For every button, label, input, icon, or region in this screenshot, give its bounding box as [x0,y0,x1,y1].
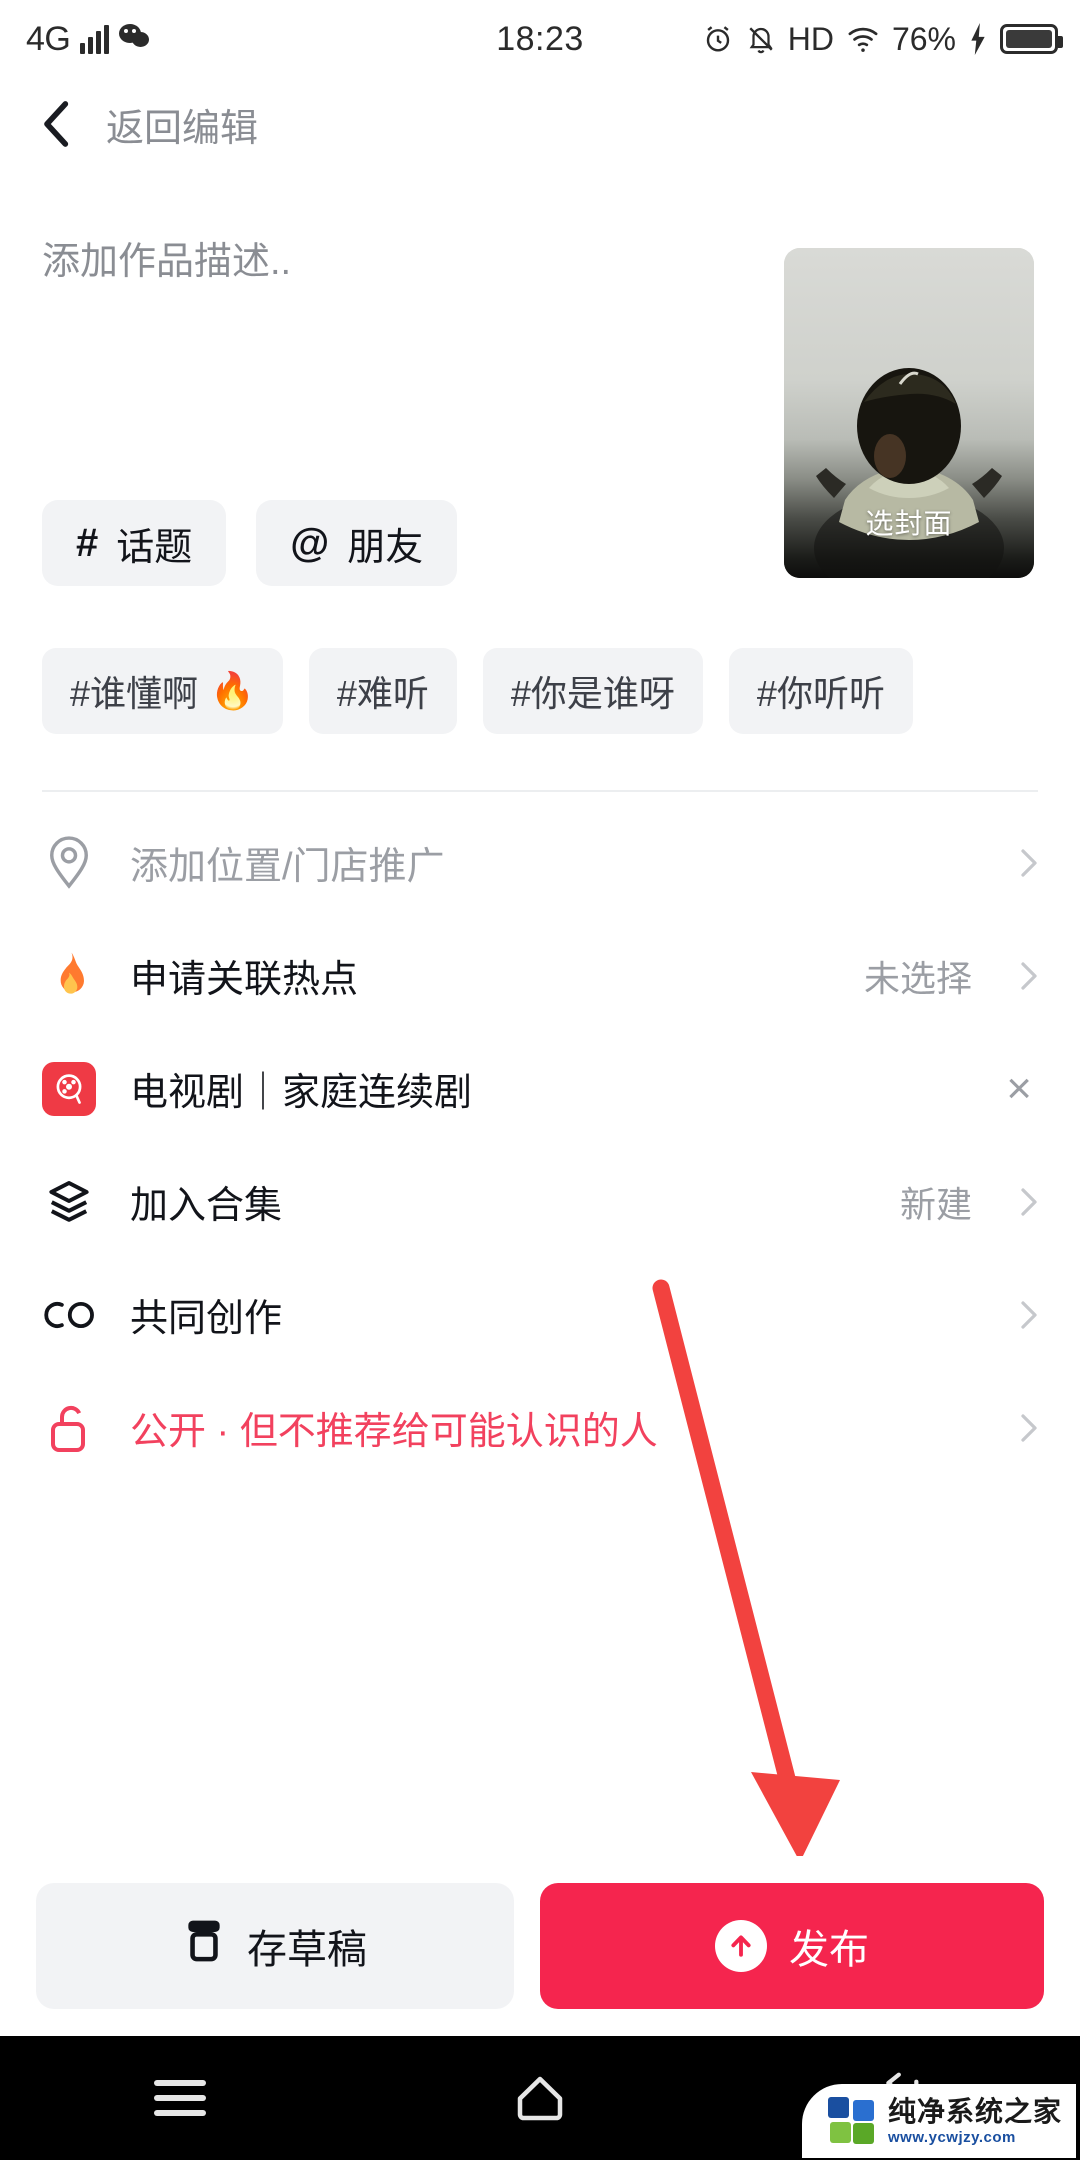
cover-subject-illustration [814,368,1004,578]
menu-icon[interactable] [120,2063,240,2133]
battery-icon [1000,24,1063,54]
location-pin-icon [42,835,96,890]
alarm-clock-icon [702,23,734,55]
row-privacy[interactable]: 公开 · 但不推荐给可能认识的人 [42,1371,1038,1484]
tv-drama-app-icon [42,1061,96,1116]
topic-chip-label: 话题 [116,526,193,569]
upload-arrow-icon [715,1920,767,1972]
row-label: 申请关联热点 [130,959,359,1001]
home-icon[interactable] [480,2063,600,2133]
page-header: 返回编辑 [0,78,1080,170]
unlock-icon [42,1401,96,1455]
chevron-right-icon [1020,961,1038,991]
watermark-title: 纯净系统之家 [887,2095,1062,2127]
options-list: 添加位置/门店推广 申请关联热点 未选择 电视剧｜家庭连续剧 × 加入合集 新建… [0,806,1080,1484]
description-placeholder: 添加作品描述.. [42,241,292,283]
save-draft-label: 存草稿 [247,1928,367,1972]
save-draft-icon [183,1918,225,1974]
chevron-right-icon [1020,1300,1038,1330]
chips-row: # 话题 @ 朋友 [42,500,458,586]
header-title[interactable]: 返回编辑 [106,97,258,152]
row-tv-drama-tag[interactable]: 电视剧｜家庭连续剧 × [42,1032,1038,1145]
row-co-create[interactable]: 共同创作 [42,1258,1038,1371]
wifi-icon [846,24,880,54]
hashtag-label: #你听听 [756,673,885,714]
friend-chip[interactable]: @ 朋友 [256,500,458,586]
status-bar: 4G 18:23 HD 76% [0,0,1080,78]
section-divider [42,790,1038,792]
hash-icon: # [76,520,99,565]
row-add-location[interactable]: 添加位置/门店推广 [42,806,1038,919]
list-item[interactable]: #谁懂啊 🔥 [42,648,283,734]
publish-button[interactable]: 发布 [540,1883,1044,2009]
row-join-collection[interactable]: 加入合集 新建 [42,1145,1038,1258]
action-bar: 存草稿 发布 [0,1856,1080,2036]
row-label: 公开 · 但不推荐给可能认识的人 [130,1411,658,1453]
description-input[interactable]: 添加作品描述.. [42,238,542,287]
row-hot-topic[interactable]: 申请关联热点 未选择 [42,919,1038,1032]
battery-percent-label: 76% [891,20,956,57]
row-value: 新建 [899,1183,972,1225]
chevron-right-icon [1020,848,1038,878]
friend-chip-label: 朋友 [347,526,424,569]
save-draft-button[interactable]: 存草稿 [36,1883,514,2009]
watermark: 纯净系统之家 www.ycwjzy.com [801,2084,1076,2158]
topic-chip[interactable]: # 话题 [42,500,227,586]
chevron-right-icon [1020,1413,1038,1443]
list-item[interactable]: #你是谁呀 [482,648,703,734]
close-icon[interactable]: × [1000,1066,1038,1111]
phone-screen: 4G 18:23 HD 76% 返回编辑 添加作品描述.. 选封面 # 话题 @… [0,0,1080,2160]
fire-icon [42,949,96,1003]
status-bar-right: HD 76% [702,20,1063,58]
watermark-logo-icon [827,2097,878,2145]
hashtag-label: #你是谁呀 [510,673,675,714]
lightning-bolt-icon [968,23,988,55]
publish-label: 发布 [789,1928,869,1972]
list-item[interactable]: #你听听 [728,648,913,734]
row-label: 加入合集 [130,1185,283,1227]
row-label: 添加位置/门店推广 [130,846,445,888]
fire-icon: 🔥 [210,670,255,711]
row-value: 未选择 [863,957,972,999]
chevron-right-icon [1020,1187,1038,1217]
hashtag-suggestion-row[interactable]: #谁懂啊 🔥 #难听 #你是谁呀 #你听听 [42,648,1080,734]
back-chevron-icon[interactable] [40,99,74,149]
bell-muted-icon [746,23,776,55]
hashtag-label: #难听 [336,673,429,714]
hashtag-label: #谁懂啊 [70,673,199,714]
watermark-url: www.ycwjzy.com [887,2128,1016,2146]
cover-label: 选封面 [865,508,953,539]
row-label: 电视剧｜家庭连续剧 [130,1072,473,1114]
row-label: 共同创作 [130,1298,283,1340]
list-item[interactable]: #难听 [308,648,457,734]
at-icon: @ [290,520,330,565]
cover-thumbnail[interactable]: 选封面 [784,248,1034,578]
co-create-icon [42,1288,96,1342]
layers-icon [42,1175,96,1229]
hd-label: HD [787,20,834,57]
